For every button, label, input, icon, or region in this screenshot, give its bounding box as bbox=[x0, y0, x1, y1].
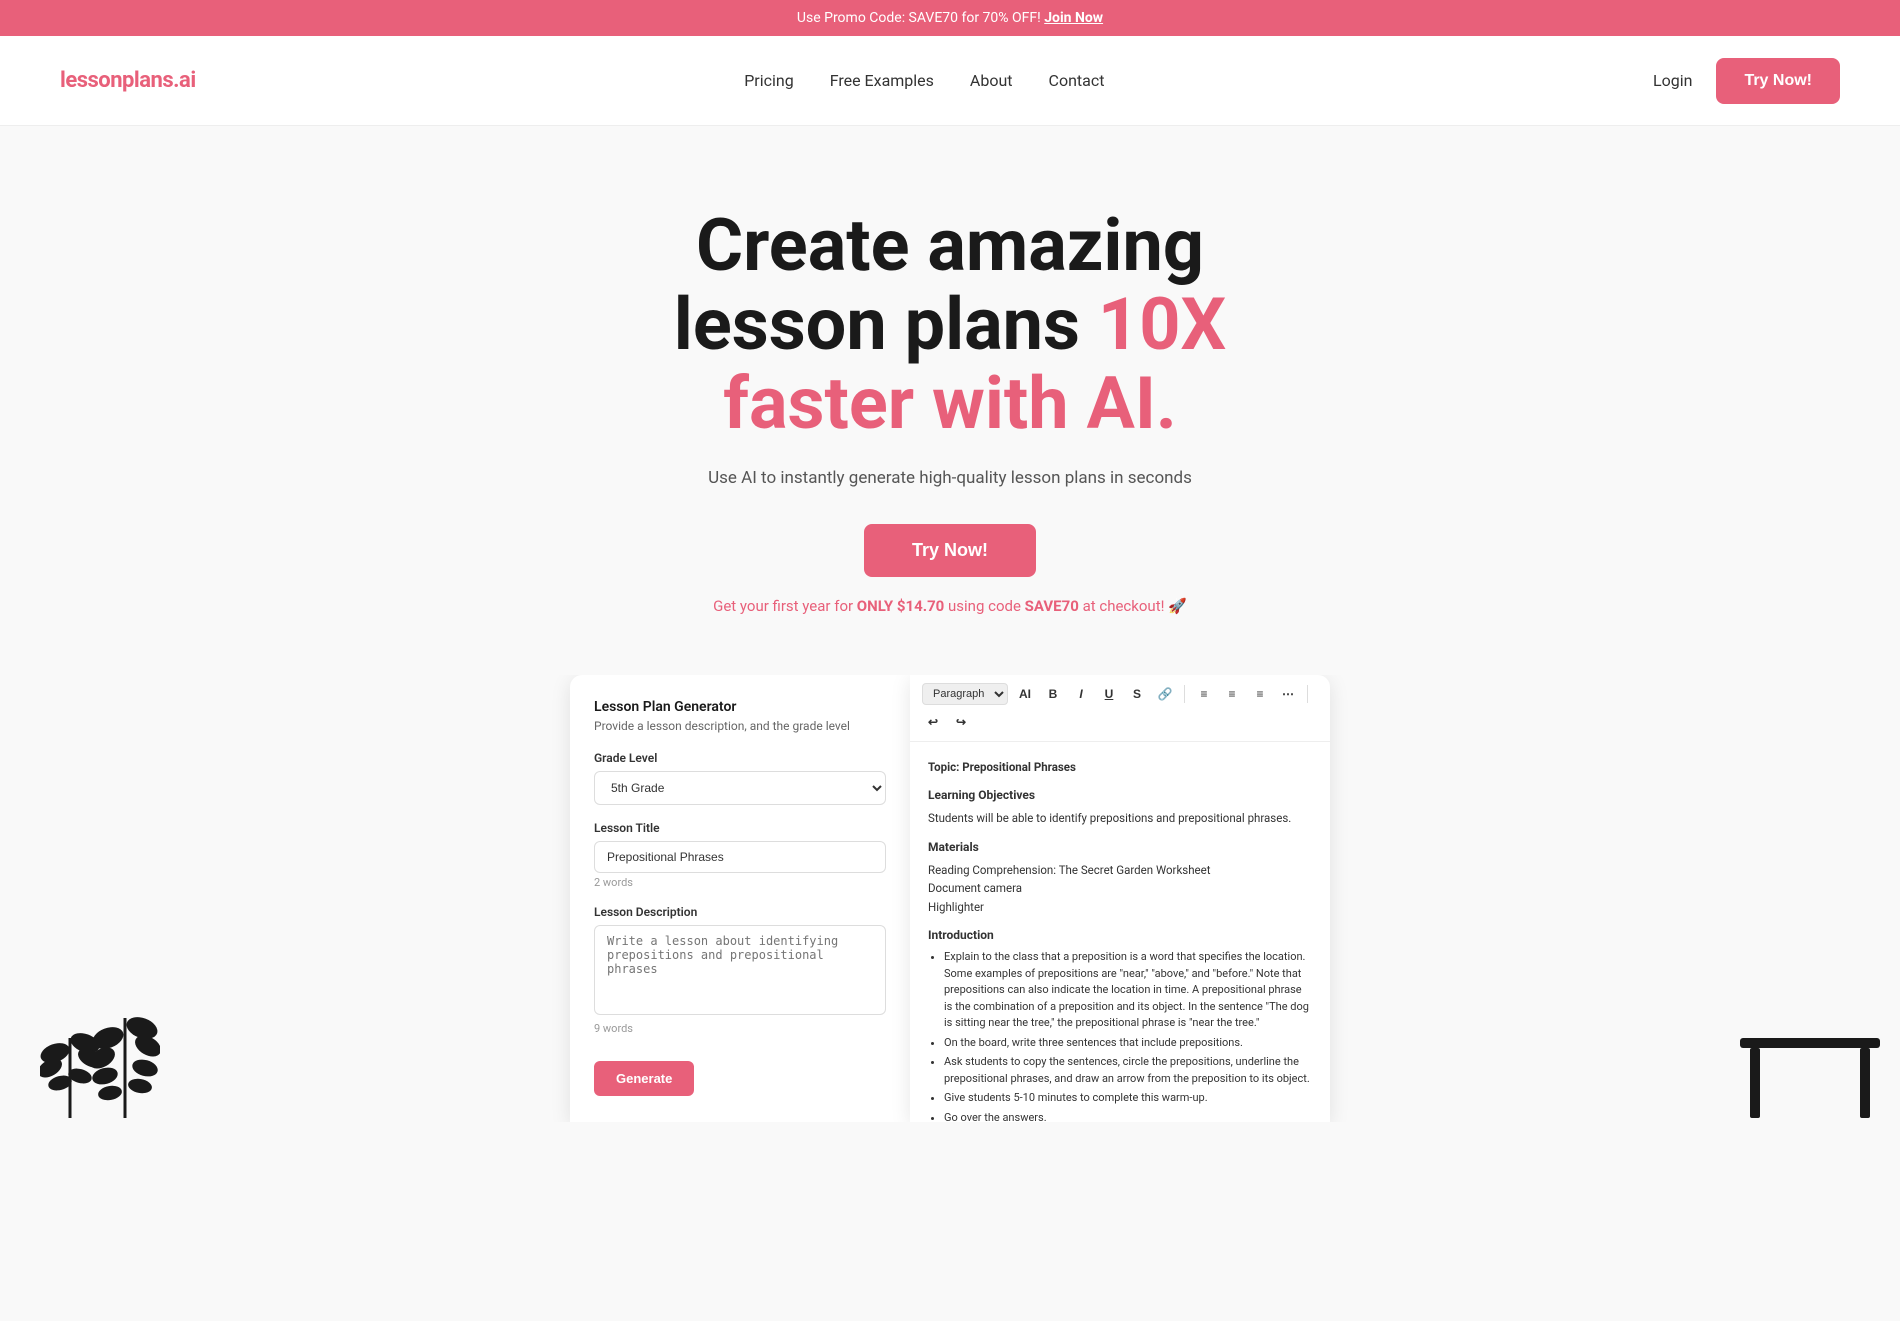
doc-topic: Topic: Prepositional Phrases bbox=[928, 758, 1312, 776]
login-link[interactable]: Login bbox=[1653, 71, 1692, 90]
toolbar-divider-2 bbox=[1307, 685, 1308, 703]
grade-level-label: Grade Level bbox=[594, 751, 886, 765]
preview-section: Lesson Plan Generator Provide a lesson d… bbox=[0, 675, 1900, 1122]
main-nav: Pricing Free Examples About Contact bbox=[744, 71, 1104, 90]
lesson-title-label: Lesson Title bbox=[594, 821, 886, 835]
doc-topic-text: Topic: Prepositional Phrases bbox=[928, 760, 1076, 774]
list-item: Give students 5-10 minutes to complete t… bbox=[944, 1090, 1312, 1107]
header: lessonplans.ai Pricing Free Examples Abo… bbox=[0, 36, 1900, 126]
logo-accent: .ai bbox=[173, 68, 195, 93]
nav-contact[interactable]: Contact bbox=[1049, 71, 1105, 90]
lesson-desc-wordcount: 9 words bbox=[594, 1022, 886, 1035]
grade-level-group: Grade Level 5th Grade Kindergarten 1st G… bbox=[594, 751, 886, 805]
generator-panel: Lesson Plan Generator Provide a lesson d… bbox=[570, 675, 910, 1122]
hero-cta: Try Now! bbox=[20, 524, 1880, 577]
toolbar-bold-button[interactable]: B bbox=[1042, 683, 1064, 705]
promo-offer-prefix: Get your first year for bbox=[713, 597, 857, 615]
hero-section: Create amazinglesson plans 10Xfaster wit… bbox=[0, 126, 1900, 675]
plant-svg-left bbox=[40, 958, 160, 1118]
grade-level-select[interactable]: 5th Grade Kindergarten 1st Grade 2nd Gra… bbox=[594, 771, 886, 805]
decorative-desk-right bbox=[1740, 1018, 1880, 1122]
generator-title: Lesson Plan Generator bbox=[594, 699, 886, 715]
doc-section-materials-title: Materials bbox=[928, 838, 1312, 857]
promo-link[interactable]: Join Now bbox=[1044, 10, 1103, 26]
hero-try-now-button[interactable]: Try Now! bbox=[864, 524, 1036, 577]
toolbar-indent-button[interactable]: ≡ bbox=[1249, 683, 1271, 705]
doc-section-materials-body: Reading Comprehension: The Secret Garden… bbox=[928, 861, 1312, 916]
generate-button[interactable]: Generate bbox=[594, 1061, 694, 1096]
toolbar-link-button[interactable]: 🔗 bbox=[1154, 683, 1176, 705]
doc-section-intro-list: Explain to the class that a preposition … bbox=[928, 949, 1312, 1121]
promo-offer-middle: using code bbox=[944, 597, 1024, 615]
generator-subtitle: Provide a lesson description, and the gr… bbox=[594, 719, 886, 733]
lesson-desc-textarea[interactable] bbox=[594, 925, 886, 1015]
list-item: Ask students to copy the sentences, circ… bbox=[944, 1054, 1312, 1087]
toolbar-strike-button[interactable]: S bbox=[1126, 683, 1148, 705]
header-right: Login Try Now! bbox=[1653, 58, 1840, 104]
toolbar-more-button[interactable]: ⋯ bbox=[1277, 683, 1299, 705]
logo-text: lessonplans bbox=[60, 68, 173, 93]
toolbar-italic-button[interactable]: I bbox=[1070, 683, 1092, 705]
preview-inner: Lesson Plan Generator Provide a lesson d… bbox=[0, 675, 1900, 1122]
doc-section-objectives-body: Students will be able to identify prepos… bbox=[928, 809, 1312, 827]
promo-offer-suffix: at checkout! 🚀 bbox=[1079, 597, 1187, 615]
hero-heading: Create amazinglesson plans 10Xfaster wit… bbox=[550, 206, 1350, 444]
promo-price: ONLY $14.70 bbox=[857, 597, 945, 615]
toolbar-paragraph-select[interactable]: Paragraph bbox=[922, 683, 1008, 705]
desk-svg-right bbox=[1740, 1018, 1880, 1118]
doc-content: Topic: Prepositional Phrases Learning Ob… bbox=[910, 742, 1330, 1122]
hero-subtitle: Use AI to instantly generate high-qualit… bbox=[700, 468, 1200, 488]
promo-offer-text: Get your first year for ONLY $14.70 usin… bbox=[20, 597, 1880, 615]
header-try-now-button[interactable]: Try Now! bbox=[1716, 58, 1840, 104]
lesson-desc-group: Lesson Description 9 words bbox=[594, 905, 886, 1035]
toolbar-ai-button[interactable]: AI bbox=[1014, 683, 1036, 705]
toolbar-ul-button[interactable]: ≡ bbox=[1193, 683, 1215, 705]
lesson-title-wordcount: 2 words bbox=[594, 876, 886, 889]
toolbar-redo-button[interactable]: ↪ bbox=[950, 711, 972, 733]
doc-section-intro-title: Introduction bbox=[928, 926, 1312, 945]
document-panel: Paragraph AI B I U S 🔗 ≡ ≡ ≡ ⋯ ↩ ↪ Topic… bbox=[910, 675, 1330, 1122]
hero-line3: faster with AI. bbox=[723, 361, 1177, 446]
toolbar-undo-button[interactable]: ↩ bbox=[922, 711, 944, 733]
toolbar-underline-button[interactable]: U bbox=[1098, 683, 1120, 705]
nav-free-examples[interactable]: Free Examples bbox=[830, 71, 934, 90]
promo-text: Use Promo Code: SAVE70 for 70% OFF! bbox=[797, 10, 1041, 26]
promo-code: SAVE70 bbox=[1025, 597, 1079, 615]
doc-toolbar: Paragraph AI B I U S 🔗 ≡ ≡ ≡ ⋯ ↩ ↪ bbox=[910, 675, 1330, 742]
decorative-plants-left bbox=[40, 958, 160, 1122]
doc-section-objectives-title: Learning Objectives bbox=[928, 786, 1312, 805]
logo[interactable]: lessonplans.ai bbox=[60, 68, 196, 93]
nav-pricing[interactable]: Pricing bbox=[744, 71, 794, 90]
list-item: On the board, write three sentences that… bbox=[944, 1035, 1312, 1052]
toolbar-ol-button[interactable]: ≡ bbox=[1221, 683, 1243, 705]
promo-banner: Use Promo Code: SAVE70 for 70% OFF! Join… bbox=[0, 0, 1900, 36]
list-item: Explain to the class that a preposition … bbox=[944, 949, 1312, 1032]
hero-accent: 10X bbox=[1098, 282, 1226, 367]
toolbar-divider-1 bbox=[1184, 685, 1185, 703]
lesson-desc-label: Lesson Description bbox=[594, 905, 886, 919]
nav-about[interactable]: About bbox=[970, 71, 1013, 90]
lesson-title-group: Lesson Title 2 words bbox=[594, 821, 886, 889]
list-item: Go over the answers. bbox=[944, 1110, 1312, 1122]
lesson-title-input[interactable] bbox=[594, 841, 886, 873]
